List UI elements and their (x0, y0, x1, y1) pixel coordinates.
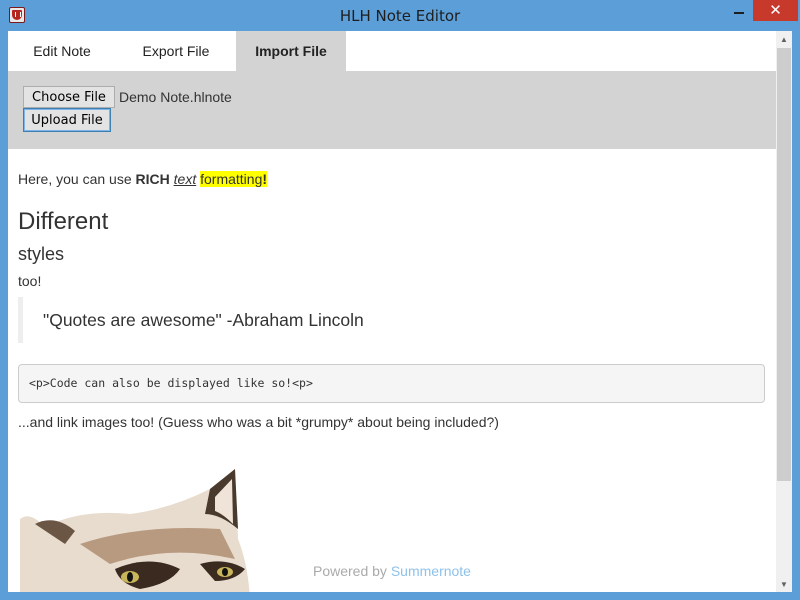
intro-italic: text (173, 171, 197, 187)
summernote-link[interactable]: Summernote (391, 563, 471, 579)
note-editor[interactable]: Here, you can use RICH text formatting! … (8, 149, 776, 592)
selected-file-name: Demo Note.hlnote (119, 89, 232, 105)
title-bar[interactable]: HLH Note Editor ✕ (0, 0, 800, 31)
window-border-bottom (0, 592, 800, 600)
close-icon: ✕ (769, 1, 782, 19)
intro-highlight: formatting! (200, 171, 268, 187)
powered-prefix: Powered by (313, 563, 391, 579)
import-panel: Choose File Demo Note.hlnote Upload File (8, 71, 776, 149)
too-paragraph: too! (18, 273, 42, 289)
tab-edit-note[interactable]: Edit Note (8, 31, 116, 71)
tab-import-file[interactable]: Import File (236, 31, 346, 71)
tab-bar: Edit Note Export File Import File (8, 31, 776, 71)
minimize-icon (734, 11, 744, 14)
scroll-thumb[interactable] (777, 48, 791, 481)
scroll-up-icon[interactable]: ▲ (776, 31, 792, 47)
tab-export-file[interactable]: Export File (116, 31, 236, 71)
intro-paragraph: Here, you can use RICH text formatting! (18, 171, 268, 187)
intro-bang: ! (262, 171, 268, 187)
heading-different: Different (18, 208, 109, 235)
intro-bold: RICH (135, 171, 170, 187)
vertical-scrollbar[interactable]: ▲ ▼ (776, 31, 792, 592)
minimize-button[interactable] (725, 0, 753, 21)
intro-formatting: formatting (200, 171, 263, 187)
code-block: <p>Code can also be displayed like so!<p… (18, 364, 765, 403)
blockquote: "Quotes are awesome" -Abraham Lincoln (18, 297, 758, 343)
intro-prefix: Here, you can use (18, 171, 136, 187)
choose-file-button[interactable]: Choose File (23, 86, 115, 108)
scroll-down-icon[interactable]: ▼ (776, 576, 792, 592)
powered-by: Powered by Summernote (8, 563, 776, 579)
client-area: Edit Note Export File Import File Choose… (8, 31, 792, 592)
window-title: HLH Note Editor (339, 7, 461, 25)
close-button[interactable]: ✕ (753, 0, 798, 21)
upload-file-button[interactable]: Upload File (23, 108, 111, 132)
image-paragraph: ...and link images too! (Guess who was a… (18, 414, 499, 430)
heading-styles: styles (18, 244, 65, 264)
